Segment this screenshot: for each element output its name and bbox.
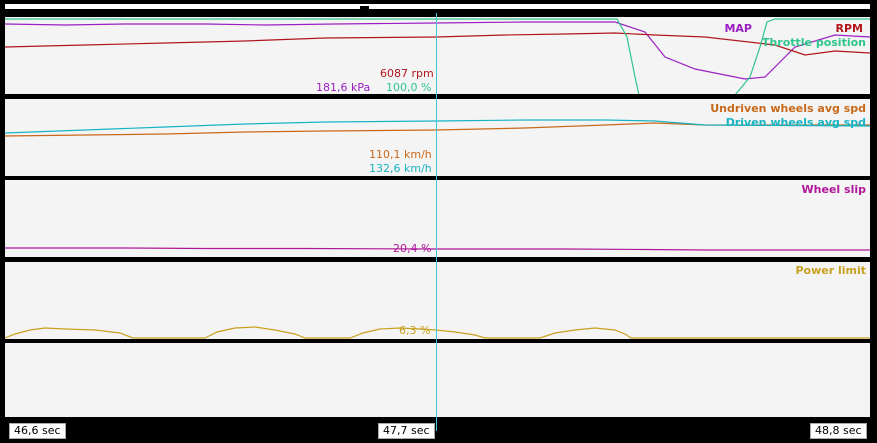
rpm-label: RPM (835, 22, 863, 35)
time-cursor[interactable] (436, 13, 437, 431)
wheel-slip-value: 20,4 % (393, 242, 432, 255)
throttle-value: 100,0 % (386, 81, 432, 94)
wheel-slip-panel: Wheel slip 20,4 % (5, 180, 870, 257)
power-limit-plot (5, 326, 870, 339)
rpm-line (5, 32, 870, 56)
throttle-label: Throttle position (761, 36, 866, 49)
time-start-label: 46,6 sec (9, 423, 66, 439)
wheel-speed-panel: Undriven wheels avg spd Driven wheels av… (5, 99, 870, 176)
map-value: 181,6 kPa (316, 81, 371, 94)
driven-speed-value: 132,6 km/h (369, 162, 432, 175)
time-cursor-label: 47,7 sec (378, 423, 435, 439)
power-limit-panel: Power limit 6,3 % (5, 262, 870, 339)
time-end-label: 48,8 sec (810, 423, 867, 439)
driven-speed-label: Driven wheels avg spd (725, 116, 866, 129)
scrollbar-thumb[interactable] (360, 6, 369, 12)
rpm-value: 6087 rpm (380, 67, 434, 80)
undriven-speed-label: Undriven wheels avg spd (710, 102, 866, 115)
power-limit-line (5, 326, 870, 339)
map-label: MAP (724, 22, 752, 35)
power-limit-value: 6,3 % (399, 324, 431, 337)
wheel-slip-plot (5, 247, 870, 251)
undriven-speed-value: 110,1 km/h (369, 148, 432, 161)
empty-panel (5, 343, 870, 417)
power-limit-label: Power limit (795, 264, 866, 277)
wheel-slip-line (5, 247, 870, 251)
timeline-scrollbar[interactable] (5, 4, 870, 9)
engine-panel: MAP RPM Throttle position 6087 rpm 181,6… (5, 17, 870, 94)
wheel-slip-label: Wheel slip (801, 183, 866, 196)
